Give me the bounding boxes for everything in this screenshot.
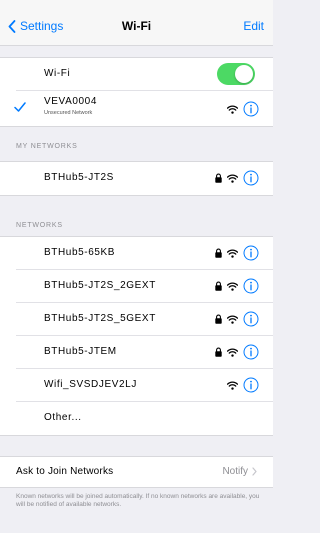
network-row[interactable]: BTHub5-65KB <box>0 237 273 270</box>
ask-to-join-value-text: Notify <box>222 466 248 477</box>
wifi-toggle-switch[interactable] <box>217 63 255 85</box>
wifi-signal-icon <box>227 314 238 324</box>
ask-to-join-value: Notify <box>222 466 257 477</box>
wifi-toggle-row: Wi-Fi <box>0 58 273 91</box>
navigation-bar: Settings Wi-Fi Edit <box>0 0 273 46</box>
connected-network-row[interactable]: VEVA0004 Unsecured Network <box>0 91 273 126</box>
network-name: BTHub5-65KB <box>44 247 116 258</box>
info-icon[interactable] <box>243 377 259 393</box>
other-network-row[interactable]: Other... <box>0 402 273 435</box>
info-icon[interactable] <box>243 311 259 327</box>
network-icons <box>215 311 259 327</box>
info-icon[interactable] <box>243 245 259 261</box>
connected-network-name: VEVA0004 <box>44 96 97 107</box>
network-name: Wifi_SVSDJEV2LJ <box>44 379 137 390</box>
info-icon[interactable] <box>243 170 259 186</box>
ask-to-join-label: Ask to Join Networks <box>16 466 114 477</box>
ask-to-join-row[interactable]: Ask to Join Networks Notify <box>0 457 273 487</box>
wifi-signal-icon <box>227 281 238 291</box>
other-network-label: Other... <box>44 412 82 423</box>
network-icons <box>227 377 259 393</box>
wifi-signal-icon <box>227 347 238 357</box>
wifi-status-group: Wi-Fi VEVA0004 Unsecured Network <box>0 57 273 127</box>
lock-icon <box>215 314 222 324</box>
ask-to-join-group: Ask to Join Networks Notify <box>0 456 273 488</box>
network-row[interactable]: BTHub5-JTEM <box>0 336 273 369</box>
lock-icon <box>215 173 222 183</box>
connected-network-icons <box>227 101 259 117</box>
lock-icon <box>215 248 222 258</box>
lock-icon <box>215 281 222 291</box>
connected-network-subtitle: Unsecured Network <box>44 110 93 116</box>
network-icons <box>215 170 259 186</box>
my-networks-header: MY NETWORKS <box>16 143 78 150</box>
network-row[interactable]: BTHub5-JT2S <box>0 162 273 195</box>
wifi-toggle-label: Wi-Fi <box>44 68 71 79</box>
networks-group: BTHub5-65KB BTHub5-JT2S_2GEXT BTHub5-JT2… <box>0 236 273 436</box>
ask-to-join-footer: Known networks will be joined automatica… <box>16 493 260 508</box>
network-row[interactable]: Wifi_SVSDJEV2LJ <box>0 369 273 402</box>
chevron-right-icon <box>252 467 257 476</box>
network-name: BTHub5-JT2S_5GEXT <box>44 313 156 324</box>
wifi-signal-icon <box>227 104 238 114</box>
info-icon[interactable] <box>243 101 259 117</box>
page-title: Wi-Fi <box>121 19 152 33</box>
network-icons <box>215 278 259 294</box>
network-name: BTHub5-JTEM <box>44 346 117 357</box>
network-row[interactable]: BTHub5-JT2S_2GEXT <box>0 270 273 303</box>
edit-button[interactable]: Edit <box>243 19 264 33</box>
checkmark-icon <box>14 102 26 112</box>
network-icons <box>215 245 259 261</box>
lock-icon <box>215 347 222 357</box>
network-name: BTHub5-JT2S <box>44 172 114 183</box>
network-name: BTHub5-JT2S_2GEXT <box>44 280 156 291</box>
network-row[interactable]: BTHub5-JT2S_5GEXT <box>0 303 273 336</box>
info-icon[interactable] <box>243 278 259 294</box>
networks-header: NETWORKS <box>16 222 63 229</box>
network-icons <box>215 344 259 360</box>
my-networks-group: BTHub5-JT2S <box>0 161 273 196</box>
wifi-signal-icon <box>227 380 238 390</box>
wifi-signal-icon <box>227 248 238 258</box>
info-icon[interactable] <box>243 344 259 360</box>
wifi-signal-icon <box>227 173 238 183</box>
toggle-knob <box>235 65 253 83</box>
